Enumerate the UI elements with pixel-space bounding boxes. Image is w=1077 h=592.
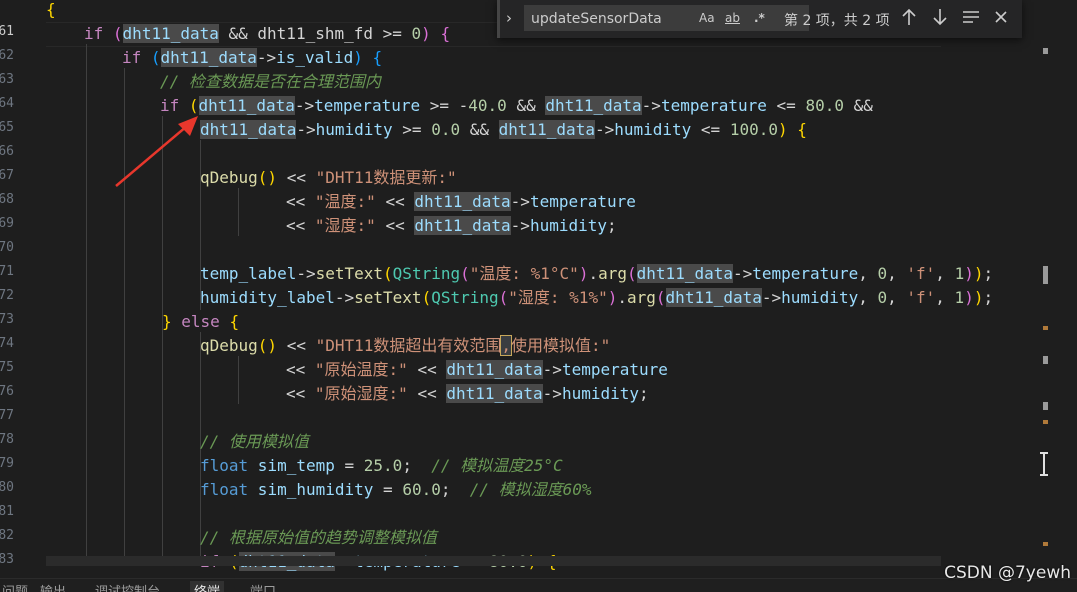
warning-marker <box>1043 326 1048 330</box>
code-line: << "湿度:" << dht11_data->humidity; <box>286 216 617 235</box>
search-match-marker <box>1043 266 1048 284</box>
code-line: qDebug() << "DHT11数据超出有效范围,使用模拟值:" <box>200 335 611 356</box>
close-icon[interactable] <box>993 7 1009 27</box>
line-number: 70 <box>0 240 14 255</box>
watermark: CSDN @7yewh <box>944 563 1071 583</box>
horizontal-scrollbar[interactable] <box>46 556 941 566</box>
line-number: 68 <box>0 192 14 207</box>
use-regex-button[interactable]: .* <box>754 11 765 25</box>
line-number: 75 <box>0 360 14 375</box>
find-widget: › updateSensorData Aa ab .* 第 2 项，共 2 项 <box>497 0 1022 38</box>
line-number: 73 <box>0 312 14 327</box>
code-line: float sim_humidity = 60.0; // 模拟湿度60% <box>200 480 592 499</box>
line-number: 64 <box>0 96 14 111</box>
code-line: dht11_data->humidity >= 0.0 && dht11_dat… <box>200 120 807 139</box>
code-line: if (dht11_data->temperature >= -40.0 && … <box>160 96 873 115</box>
tab-ports[interactable]: 端口 <box>250 581 276 592</box>
text-cursor-icon <box>1040 452 1048 476</box>
arrow-down-icon[interactable] <box>932 7 948 27</box>
line-number: 83 <box>0 552 14 567</box>
code-comment: // 根据原始值的趋势调整模拟值 <box>200 528 437 547</box>
code-line: qDebug() << "DHT11数据更新:" <box>200 168 457 187</box>
search-match-marker <box>1043 402 1048 410</box>
code-line: temp_label->setText(QString("温度: %1°C").… <box>200 264 994 283</box>
line-number: 76 <box>0 384 14 399</box>
tab-terminal[interactable]: 终端 <box>190 581 225 592</box>
indent-guide <box>162 116 163 566</box>
code-line: humidity_label->setText(QString("湿度: %1%… <box>200 288 994 307</box>
code-line: float sim_temp = 25.0; // 模拟温度25°C <box>200 456 563 475</box>
match-case-button[interactable]: Aa <box>699 11 715 25</box>
line-number: 66 <box>0 144 14 159</box>
line-number: 65 <box>0 120 14 135</box>
overview-ruler[interactable] <box>1041 0 1077 580</box>
toggle-replace-chevron-icon[interactable]: › <box>506 9 512 27</box>
line-number: 79 <box>0 456 14 471</box>
line-number: 82 <box>0 528 14 543</box>
tab-debug-console[interactable]: 调试控制台 <box>95 581 160 592</box>
code-line: if (dht11_data->is_valid) { <box>122 48 383 67</box>
warning-marker <box>1043 542 1048 546</box>
code-comment: // 使用模拟值 <box>200 432 309 451</box>
find-result-count: 第 2 项，共 2 项 <box>784 13 890 29</box>
panel-tab-bar: 问题 输出 调试控制台 终端 端口 <box>0 578 1077 592</box>
code-line: << "原始温度:" << dht11_data->temperature <box>286 360 668 379</box>
code-line: << "温度:" << dht11_data->temperature <box>286 192 636 211</box>
find-in-selection-icon[interactable] <box>961 7 981 27</box>
indent-guide <box>86 44 87 564</box>
line-number: 74 <box>0 336 14 351</box>
indent-guide <box>238 356 239 404</box>
line-number: 71 <box>0 264 14 279</box>
code-line: << "原始湿度:" << dht11_data->humidity; <box>286 384 649 403</box>
find-input[interactable]: updateSensorData <box>524 5 809 31</box>
line-number: 69 <box>0 216 14 231</box>
code-editor[interactable]: { if (dht11_data && dht11_shm_fd >= 0) {… <box>46 0 1041 580</box>
indent-guide <box>200 140 201 310</box>
line-number: 72 <box>0 288 14 303</box>
tab-problems[interactable]: 问题 <box>2 581 28 592</box>
indent-guide <box>238 188 239 236</box>
find-query: updateSensorData <box>531 11 662 27</box>
line-number: 62 <box>0 48 14 63</box>
line-number: 78 <box>0 432 14 447</box>
code-line: } else { <box>162 312 240 331</box>
line-number-gutter: 61 62 63 64 65 66 67 68 69 70 71 72 73 7… <box>0 0 30 580</box>
code-line: if (dht11_data && dht11_shm_fd >= 0) { <box>84 24 451 43</box>
search-match-marker <box>1043 356 1048 364</box>
line-number: 61 <box>0 24 14 39</box>
code-comment: // 检查数据是否在合理范围内 <box>160 72 381 91</box>
warning-marker <box>1043 420 1048 424</box>
line-number: 81 <box>0 504 14 519</box>
match-whole-word-button[interactable]: ab <box>725 11 740 25</box>
line-number: 67 <box>0 168 14 183</box>
line-number: 63 <box>0 72 14 87</box>
arrow-up-icon[interactable] <box>901 7 917 27</box>
line-number: 77 <box>0 408 14 423</box>
tab-output[interactable]: 输出 <box>40 581 66 592</box>
code-line: { <box>46 0 56 19</box>
search-match-marker <box>1043 48 1048 54</box>
line-number: 80 <box>0 480 14 495</box>
indent-guide <box>124 68 125 564</box>
